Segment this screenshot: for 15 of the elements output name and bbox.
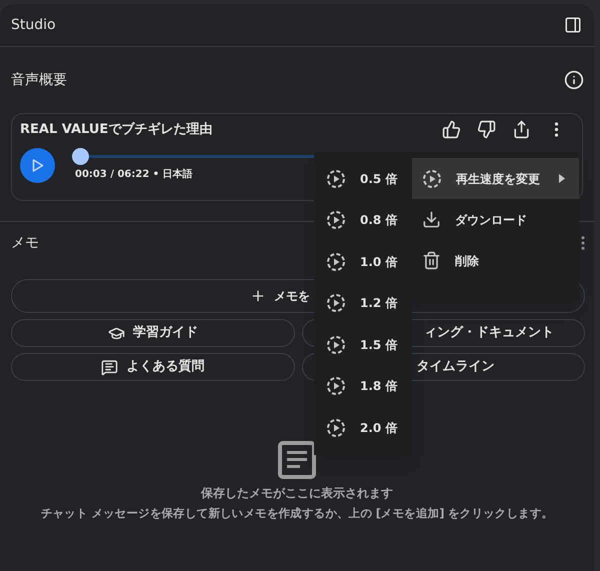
speed-option[interactable]: 0.8 倍 xyxy=(314,200,412,241)
note-type-button[interactable]: よくある質問 xyxy=(11,353,294,381)
audio-title: REAL VALUEでブチギレた理由 xyxy=(20,120,212,139)
empty-state-text: チャット メッセージを保存して新しいメモを作成するか、上の [メモを追加] をクリックします。 xyxy=(40,505,554,522)
section-title: 音声概要 xyxy=(11,70,67,90)
menu-item[interactable]: 再生速度を変更 xyxy=(412,158,579,199)
empty-state-title: 保存したメモがここに表示されます xyxy=(201,485,393,502)
menu-item[interactable]: ダウンロード xyxy=(412,199,579,240)
section-title: メモ xyxy=(11,234,39,252)
menu-item[interactable]: 削除 xyxy=(412,240,579,281)
speed-option[interactable]: 0.5 倍 xyxy=(314,158,412,200)
panel-title: Studio xyxy=(11,16,56,34)
playback-time: 00:03 / 06:22 • 日本語 xyxy=(75,168,193,182)
note-type-button[interactable]: 学習ガイド xyxy=(11,319,294,347)
speed-option[interactable]: 2.0 倍 xyxy=(314,407,412,448)
